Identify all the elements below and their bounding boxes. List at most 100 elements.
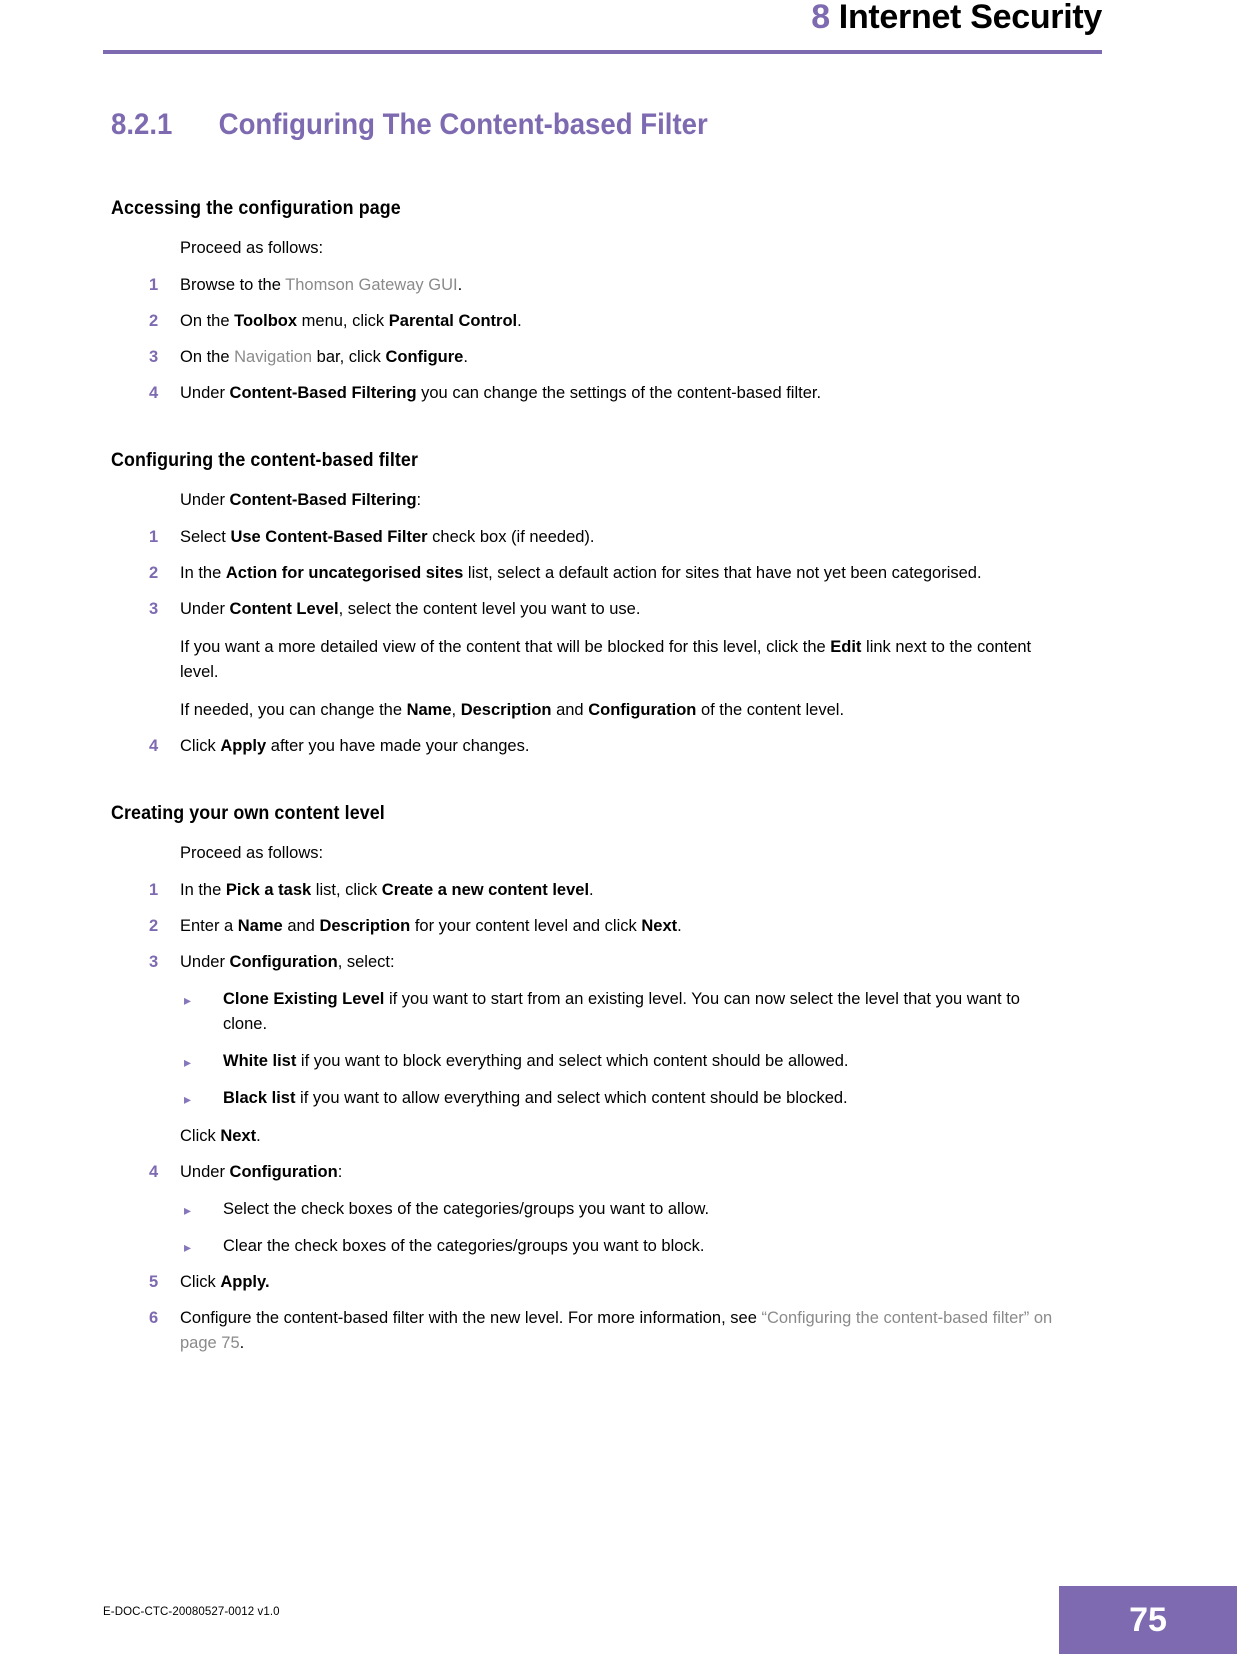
document-id: E-DOC-CTC-20080527-0012 v1.0	[103, 1606, 280, 1618]
text-run: .	[457, 276, 463, 294]
ui-term: Clone Existing Level	[223, 990, 385, 1008]
intro-text: Under Content-Based Filtering:	[111, 486, 1066, 514]
text-run: , select the content level you want to u…	[338, 600, 641, 618]
ui-term: Content-Based Filtering	[229, 491, 417, 509]
intro-text: Proceed as follows:	[180, 844, 324, 862]
text-run: Under	[180, 1163, 230, 1181]
sub-heading: Accessing the configuration page	[111, 198, 401, 219]
ui-term: Name	[406, 701, 452, 719]
numbered-list: 1 In the Pick a task list, click Create a…	[111, 878, 1066, 1356]
text-run: and	[551, 701, 589, 719]
arrow-bullet-icon: ▸	[184, 1091, 192, 1107]
page-footer: E-DOC-CTC-20080527-0012 v1.0 75	[0, 1558, 1237, 1678]
text-run: Click	[180, 1273, 221, 1291]
text-run: .	[517, 312, 522, 330]
list-marker: 1	[149, 276, 159, 294]
ui-term: Next	[641, 917, 678, 935]
text-run: menu, click	[297, 312, 389, 330]
text-run: Under	[180, 384, 230, 402]
text-run: Select	[180, 528, 231, 546]
bullet-item: ▸ Clone Existing Level if you want to sta…	[180, 987, 1066, 1037]
arrow-bullet-icon: ▸	[184, 1202, 192, 1218]
cross-reference[interactable]: Thomson Gateway GUI	[285, 276, 457, 294]
text-run: of the content level.	[696, 701, 845, 719]
ui-term: Action for uncategorised sites	[225, 564, 464, 582]
list-item: 5 Click Apply.	[111, 1270, 1066, 1295]
text-run: If you want a more detailed view of the …	[180, 638, 831, 656]
ui-term: Create a new content level	[381, 881, 590, 899]
text-run: :	[337, 1163, 343, 1181]
arrow-bullet-icon: ▸	[184, 1239, 192, 1255]
sub-heading: Creating your own content level	[111, 803, 385, 824]
text-run: check box (if needed).	[427, 528, 595, 546]
list-item: 3 Under Configuration, select: ▸ Clone Exi…	[111, 950, 1066, 1149]
list-item: 4 Under Configuration: ▸ Select the check …	[111, 1160, 1066, 1259]
text-run: Under	[180, 953, 230, 971]
ui-term: Next	[220, 1127, 257, 1145]
text-run: list, select a default action for sites …	[463, 564, 982, 582]
block-configuring-content-based-filter: Configuring the content-based filter Und…	[111, 450, 1066, 759]
text-run: On the	[180, 312, 235, 330]
list-marker: 4	[149, 384, 159, 402]
text-run: and	[282, 917, 320, 935]
bullet-list: ▸ Clone Existing Level if you want to sta…	[180, 987, 1066, 1111]
ui-term: Name	[237, 917, 283, 935]
list-marker: 1	[149, 528, 159, 546]
block-accessing-configuration-page: Accessing the configuration page Proceed…	[111, 198, 1066, 406]
text-run: Under	[180, 491, 230, 509]
ui-term: Configuration	[588, 701, 697, 719]
text-run: for your content level and click	[410, 917, 642, 935]
list-item: 1 Browse to the Thomson Gateway GUI.	[111, 273, 1066, 298]
text-run: .	[239, 1334, 245, 1352]
chapter-number: 8	[811, 0, 830, 36]
text-run: you can change the settings of the conte…	[416, 384, 822, 402]
ui-term: Toolbox	[234, 312, 298, 330]
list-item: 1 In the Pick a task list, click Create a…	[111, 878, 1066, 903]
text-run: .	[677, 917, 682, 935]
text-run: :	[416, 491, 422, 509]
text-run: .	[589, 881, 594, 899]
ui-term: White list	[223, 1052, 297, 1070]
chapter-title: 8 Internet Security	[811, 0, 1102, 37]
sub-heading: Configuring the content-based filter	[111, 450, 418, 471]
list-marker: 4	[149, 1163, 159, 1181]
list-marker: 3	[149, 348, 159, 366]
numbered-list: 1 Select Use Content-Based Filter check b…	[111, 525, 1066, 759]
bullet-item: ▸ Select the check boxes of the categorie…	[180, 1197, 1066, 1222]
list-item: 1 Select Use Content-Based Filter check b…	[111, 525, 1066, 550]
cross-reference[interactable]: Navigation	[234, 348, 312, 366]
text-run: Enter a	[180, 917, 238, 935]
continuation-paragraph: Click Next.	[180, 1124, 1066, 1149]
intro-text: Proceed as follows:	[180, 239, 324, 257]
ui-term: Parental Control	[388, 312, 518, 330]
ui-term: Pick a task	[225, 881, 312, 899]
text-run: Click	[180, 737, 221, 755]
section-number: 8.2.1	[111, 108, 173, 141]
text-run: If needed, you can change the	[180, 701, 407, 719]
text-run: Under	[180, 600, 230, 618]
ui-term: Description	[319, 917, 411, 935]
arrow-bullet-icon: ▸	[184, 992, 192, 1008]
ui-term: Use Content-Based Filter	[230, 528, 428, 546]
bullet-item: ▸ White list if you want to block everyth…	[180, 1049, 1066, 1074]
ui-term: Content Level	[229, 600, 339, 618]
bullet-item: ▸ Black list if you want to allow everyth…	[180, 1086, 1066, 1111]
text-run: Clear the check boxes of the categories/…	[223, 1237, 705, 1255]
list-item: 2 Enter a Name and Description for your c…	[111, 914, 1066, 939]
list-item: 6 Configure the content-based filter with…	[111, 1306, 1066, 1356]
ui-term: Black list	[223, 1089, 296, 1107]
list-item: 2 On the Toolbox menu, click Parental Con…	[111, 309, 1066, 334]
list-marker: 2	[149, 564, 159, 582]
arrow-bullet-icon: ▸	[184, 1054, 192, 1070]
list-item: 4 Click Apply after you have made your ch…	[111, 734, 1066, 759]
bullet-item: ▸ Clear the check boxes of the categories…	[180, 1234, 1066, 1259]
numbered-list: 1 Browse to the Thomson Gateway GUI. 2 On …	[111, 273, 1066, 406]
ui-term: Configuration	[229, 953, 338, 971]
list-marker: 6	[149, 1309, 159, 1327]
ui-term: Apply.	[220, 1273, 270, 1291]
list-marker: 4	[149, 737, 159, 755]
page-number-badge: 75	[1059, 1586, 1237, 1654]
text-run: list, click	[311, 881, 382, 899]
list-item: 2 In the Action for uncategorised sites l…	[111, 561, 1066, 586]
continuation-paragraph: If needed, you can change the Name, Desc…	[180, 698, 1066, 723]
